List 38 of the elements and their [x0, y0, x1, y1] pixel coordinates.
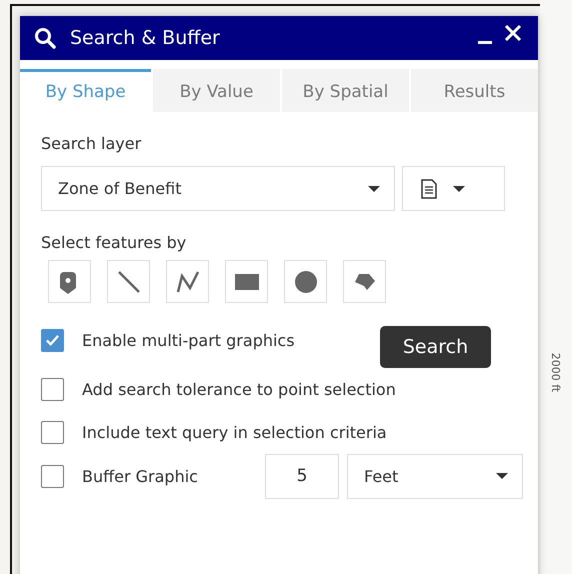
window-title: Search & Buffer — [70, 27, 221, 49]
draw-tool-button[interactable] — [225, 260, 268, 303]
draw-tool-button[interactable] — [107, 260, 150, 303]
draw-tool-button[interactable] — [48, 260, 91, 303]
document-dropdown[interactable] — [402, 166, 505, 211]
tooltip: Search — [380, 326, 491, 368]
checkbox-label: Enable multi-part graphics — [82, 330, 295, 350]
checkbox-label: Add search tolerance to point selection — [82, 380, 396, 398]
checkbox[interactable] — [41, 420, 64, 444]
caret-icon — [453, 186, 465, 192]
minimize-icon — [478, 40, 492, 44]
tab[interactable]: By Spatial — [282, 69, 409, 112]
caret-icon — [496, 473, 508, 479]
layer-dropdown[interactable]: Zone of Benefit — [41, 166, 395, 211]
checkbox-label: Include text query in selection criteria — [82, 422, 387, 442]
line-icon — [116, 270, 140, 294]
unit-dropdown[interactable]: Feet — [347, 454, 523, 498]
close-icon — [504, 24, 522, 42]
distance-field[interactable]: 5 — [265, 454, 339, 498]
draw-tool-button[interactable] — [343, 260, 386, 303]
draw-tool-button[interactable] — [166, 260, 209, 303]
tab[interactable]: By Value — [153, 69, 280, 112]
checkbox[interactable] — [41, 328, 64, 352]
caret-icon — [368, 186, 380, 192]
document-icon — [421, 178, 437, 198]
search-icon — [34, 27, 56, 49]
field-label: Search layer — [41, 134, 142, 153]
polyline-icon — [176, 270, 200, 294]
draw-tool-button[interactable] — [284, 260, 327, 303]
tab[interactable]: Results — [411, 69, 538, 112]
checkbox-label: Buffer Graphic — [82, 466, 198, 486]
field-label: Select features by — [41, 233, 188, 252]
checkbox[interactable] — [41, 378, 64, 400]
tab[interactable]: By Shape — [20, 69, 151, 112]
contour-label: 2000 ft — [549, 352, 562, 392]
checkbox[interactable] — [41, 464, 64, 488]
check-icon — [45, 332, 60, 348]
circle-icon — [294, 270, 318, 294]
